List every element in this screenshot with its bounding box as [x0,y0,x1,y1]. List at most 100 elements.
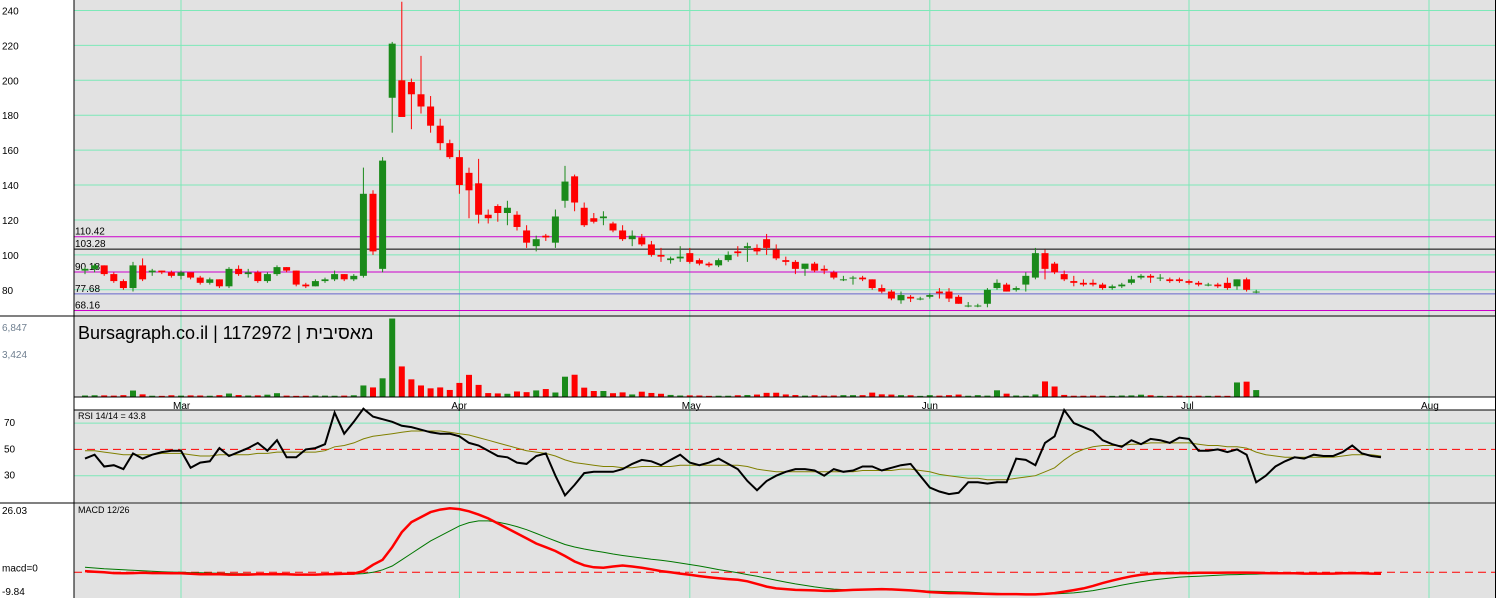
candle-body [446,143,454,158]
candle-body [148,270,156,273]
candle-body [254,272,262,282]
candle-body [1243,279,1251,290]
candle-body [215,279,223,287]
candle-body [177,272,185,276]
level-label: 77.68 [75,284,100,295]
candle-body [628,235,636,240]
candle-body [801,263,809,269]
candle-body [619,230,627,240]
candle-body [167,272,175,276]
macd-tick-label: 26.03 [2,506,27,517]
candle-body [1252,291,1260,293]
price-tick-label: 80 [2,286,14,297]
candle-body [244,272,252,275]
candle-body [715,260,723,266]
volume-bar [130,390,136,397]
level-label: 68.16 [75,300,100,311]
candle-body [753,247,761,252]
macd-label: MACD 12/26 [78,505,130,515]
volume-bar [360,385,367,397]
volume-bar [571,374,578,397]
candle-body [513,214,521,227]
candlestick-chart: 110.42103.2890.1877.6868.16 801001201401… [0,0,1496,598]
volume-bar [446,389,453,397]
candle-body [1214,284,1222,287]
candle-body [292,270,300,285]
volume-bar [542,389,549,397]
rsi-tick-label: 70 [4,418,16,429]
candle-body [571,176,579,203]
volume-bar [427,388,434,397]
candle-body [225,268,233,287]
candle-body [667,258,675,261]
candle-body [119,281,127,289]
candle-body [676,256,684,259]
price-tick-label: 140 [2,181,19,192]
chart-root: 110.42 103.28 90.18 77.68 68.16 80 100 120 140 1… [0,0,1496,598]
volume-bar [370,387,376,397]
candle-body [647,244,655,255]
candle-body [206,279,214,283]
candle-body [1003,284,1011,292]
candle-body [283,267,291,271]
candle-body [561,181,569,201]
candle-body [1175,279,1183,282]
volume-bar [1253,390,1260,397]
candle-body [369,193,377,252]
volume-bar [763,392,770,397]
candle-body [110,274,118,282]
candle-body [590,218,598,222]
volume-bar [408,379,415,397]
candle-body [916,298,924,300]
rsi-tick-label: 30 [4,471,16,482]
volume-bar [274,393,280,397]
candle-body [1127,279,1135,283]
volume-bar [994,390,1000,397]
volume-bar [1243,381,1250,397]
candle-body [772,249,780,259]
candle-body [599,216,607,219]
watermark-text: Bursagraph.co.il | 1172972 | מאסיבית [78,323,373,343]
rsi-tick-label: 50 [4,444,16,455]
volume-bar [514,391,520,397]
candle-body [1089,282,1097,285]
volume-bar [552,392,559,397]
candle-body [100,265,108,275]
candle-body [955,296,963,304]
candle-body [427,106,435,126]
level-label: 110.42 [75,227,105,238]
candle-body [1051,263,1059,273]
candle-body [993,282,1001,289]
volume-bar [379,378,386,397]
candle-body [388,43,396,98]
volume-bar [648,392,655,397]
candle-body [839,279,847,281]
volume-bar [226,393,232,397]
candle-body [321,279,329,282]
volume-bar [456,382,463,397]
candle-body [311,281,319,287]
candle-body [907,296,915,299]
candle-body [139,265,147,280]
candle-body [820,268,828,271]
candle-body [868,279,876,289]
candle-body [503,207,511,213]
candle-body [1060,274,1068,280]
candle-body [580,207,588,226]
candle-body [983,289,991,304]
candle-body [1223,282,1231,289]
volume-bar [773,392,780,397]
candle-body [743,246,751,248]
candle-body [1012,288,1020,290]
volume-bar [475,384,482,397]
volume-bar [1234,382,1240,397]
volume-bar [619,392,626,397]
candle-body [974,305,982,307]
candle-body [1079,282,1087,285]
price-tick-label: 100 [2,251,19,262]
volume-tick-label: 6,847 [2,323,27,334]
candle-body [878,288,886,292]
candle-body [1118,284,1126,287]
candle-body [523,230,531,243]
volume-bar [869,392,876,397]
